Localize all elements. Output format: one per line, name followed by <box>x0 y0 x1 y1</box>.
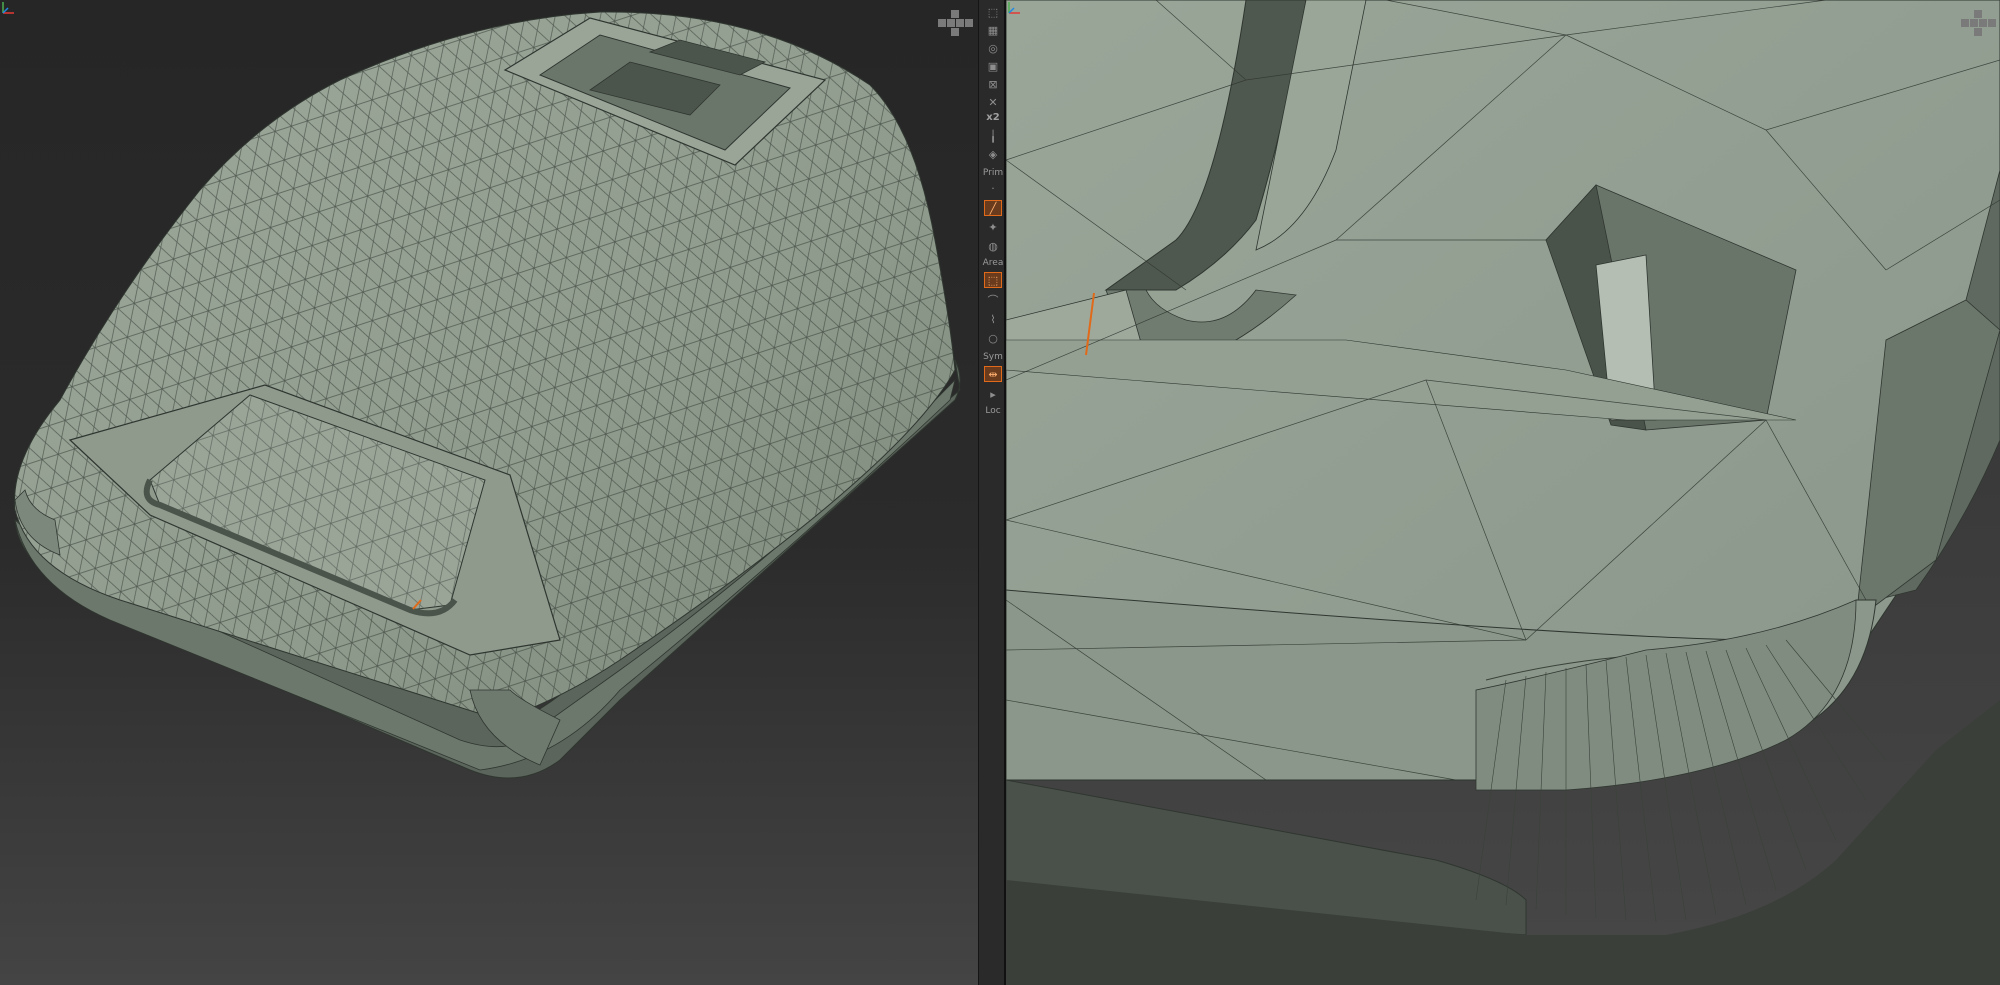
move-view-icon[interactable]: ▦ <box>984 22 1002 38</box>
dot-icon: · <box>991 181 995 195</box>
axis-gizmo-icon <box>2 2 14 14</box>
draw-label: Prim <box>982 168 1004 178</box>
frame-icon[interactable]: ⬚ <box>984 4 1002 20</box>
area-label: Area <box>982 258 1004 268</box>
viewport-left[interactable] <box>0 0 978 985</box>
draw-stroke-icon[interactable]: ╱ <box>984 200 1002 216</box>
local-symmetry-icon[interactable]: ▸ <box>984 386 1002 402</box>
poly-select-icon[interactable]: ⌇ <box>984 311 1002 327</box>
loc-label: Loc <box>985 406 1001 416</box>
navigation-cube-right[interactable] <box>1961 10 1996 36</box>
navigation-cube[interactable] <box>938 10 973 36</box>
globe-icon[interactable]: ◍ <box>984 238 1002 254</box>
mesh-render-right <box>1006 0 2000 985</box>
lasso-icon[interactable]: ⌒ <box>984 292 1002 308</box>
pin-icon[interactable]: ╽ <box>984 128 1002 144</box>
area-select-icon[interactable]: ⬚ <box>984 272 1002 288</box>
actual-size-icon[interactable]: ⊠ <box>984 76 1002 92</box>
rotate-view-icon[interactable]: ◎ <box>984 40 1002 56</box>
axis-gizmo-icon-right <box>1008 2 1020 14</box>
circle-select-icon[interactable]: ○ <box>984 330 1002 346</box>
tool-strip: ⬚ ▦ ◎ ▣ ⊠ ✕ x2 ╽ ◈ Prim · ╱ ✦ ◍ Area ⬚ ⌒… <box>978 0 1006 985</box>
center-icon[interactable]: ✕ <box>984 94 1002 110</box>
mesh-render-left <box>14 11 961 779</box>
zoom-factor[interactable]: x2 <box>979 112 1007 123</box>
scale-view-icon[interactable]: ▣ <box>984 58 1002 74</box>
viewport-right[interactable] <box>1006 0 2000 985</box>
spotlight-icon[interactable]: ✦ <box>984 219 1002 235</box>
pointer-icon[interactable]: ◈ <box>984 146 1002 162</box>
sym-label: Sym <box>983 352 1003 362</box>
sculpting-app: ⬚ ▦ ◎ ▣ ⊠ ✕ x2 ╽ ◈ Prim · ╱ ✦ ◍ Area ⬚ ⌒… <box>0 0 2000 985</box>
symmetry-icon[interactable]: ⇹ <box>984 366 1002 382</box>
